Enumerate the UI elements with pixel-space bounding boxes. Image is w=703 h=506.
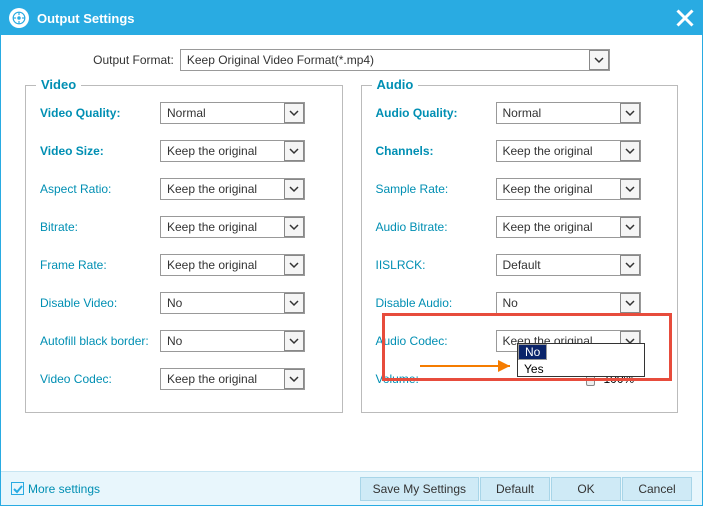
chevron-down-icon[interactable] [284,141,304,161]
dropdown-option-yes[interactable]: Yes [518,360,644,376]
channels-label: Channels: [376,144,496,158]
dropdown-option-no[interactable]: No [518,344,547,360]
video-bitrate-select[interactable]: Keep the original [160,216,305,238]
save-settings-button[interactable]: Save My Settings [360,477,479,501]
chevron-down-icon[interactable] [620,141,640,161]
chevron-down-icon[interactable] [284,293,304,313]
footer: More settings Save My Settings Default O… [1,471,702,505]
chevron-down-icon[interactable] [620,293,640,313]
disable-video-label: Disable Video: [40,296,160,310]
chevron-down-icon[interactable] [620,217,640,237]
chevron-down-icon[interactable] [284,255,304,275]
audio-codec-label: Audio Codec: [376,334,496,348]
output-format-value: Keep Original Video Format(*.mp4) [181,53,380,67]
cancel-button[interactable]: Cancel [622,477,692,501]
chevron-down-icon[interactable] [284,217,304,237]
video-codec-select[interactable]: Keep the original [160,368,305,390]
video-bitrate-label: Bitrate: [40,220,160,234]
frame-rate-label: Frame Rate: [40,258,160,272]
titlebar: Output Settings [1,1,702,35]
chevron-down-icon[interactable] [284,369,304,389]
video-size-select[interactable]: Keep the original [160,140,305,162]
chevron-down-icon[interactable] [284,179,304,199]
disable-audio-label: Disable Audio: [376,296,496,310]
autofill-border-label: Autofill black border: [40,334,160,348]
volume-label: Volume: [376,372,496,386]
window-title: Output Settings [37,11,676,26]
iislrck-label: IISLRCK: [376,258,496,272]
frame-rate-select[interactable]: Keep the original [160,254,305,276]
iislrck-select[interactable]: Default [496,254,641,276]
output-format-label: Output Format: [93,53,174,67]
sample-rate-select[interactable]: Keep the original [496,178,641,200]
disable-video-select[interactable]: No [160,292,305,314]
autofill-border-select[interactable]: No [160,330,305,352]
volume-slider[interactable] [496,378,596,381]
ok-button[interactable]: OK [551,477,621,501]
video-quality-label: Video Quality: [40,106,160,120]
chevron-down-icon[interactable] [620,103,640,123]
chevron-down-icon[interactable] [589,50,609,70]
more-settings-checkbox[interactable] [11,482,24,495]
output-format-select[interactable]: Keep Original Video Format(*.mp4) [180,49,610,71]
chevron-down-icon[interactable] [284,103,304,123]
video-panel: Video Video Quality:Normal Video Size:Ke… [25,85,343,413]
aspect-ratio-label: Aspect Ratio: [40,182,160,196]
default-button[interactable]: Default [480,477,550,501]
audio-bitrate-label: Audio Bitrate: [376,220,496,234]
video-legend: Video [36,77,81,92]
more-settings-toggle[interactable]: More settings [11,482,100,496]
video-codec-label: Video Codec: [40,372,160,386]
chevron-down-icon[interactable] [284,331,304,351]
chevron-down-icon[interactable] [620,255,640,275]
audio-quality-label: Audio Quality: [376,106,496,120]
chevron-down-icon[interactable] [620,179,640,199]
video-quality-select[interactable]: Normal [160,102,305,124]
output-settings-window: Output Settings Output Format: Keep Orig… [0,0,703,506]
close-button[interactable] [676,9,694,27]
audio-legend: Audio [372,77,419,92]
aspect-ratio-select[interactable]: Keep the original [160,178,305,200]
audio-quality-select[interactable]: Normal [496,102,641,124]
disable-audio-select[interactable]: No [496,292,641,314]
channels-select[interactable]: Keep the original [496,140,641,162]
disable-audio-dropdown[interactable]: No Yes [517,343,645,377]
more-settings-label: More settings [28,482,100,496]
app-icon [9,8,29,28]
audio-bitrate-select[interactable]: Keep the original [496,216,641,238]
sample-rate-label: Sample Rate: [376,182,496,196]
video-size-label: Video Size: [40,144,160,158]
